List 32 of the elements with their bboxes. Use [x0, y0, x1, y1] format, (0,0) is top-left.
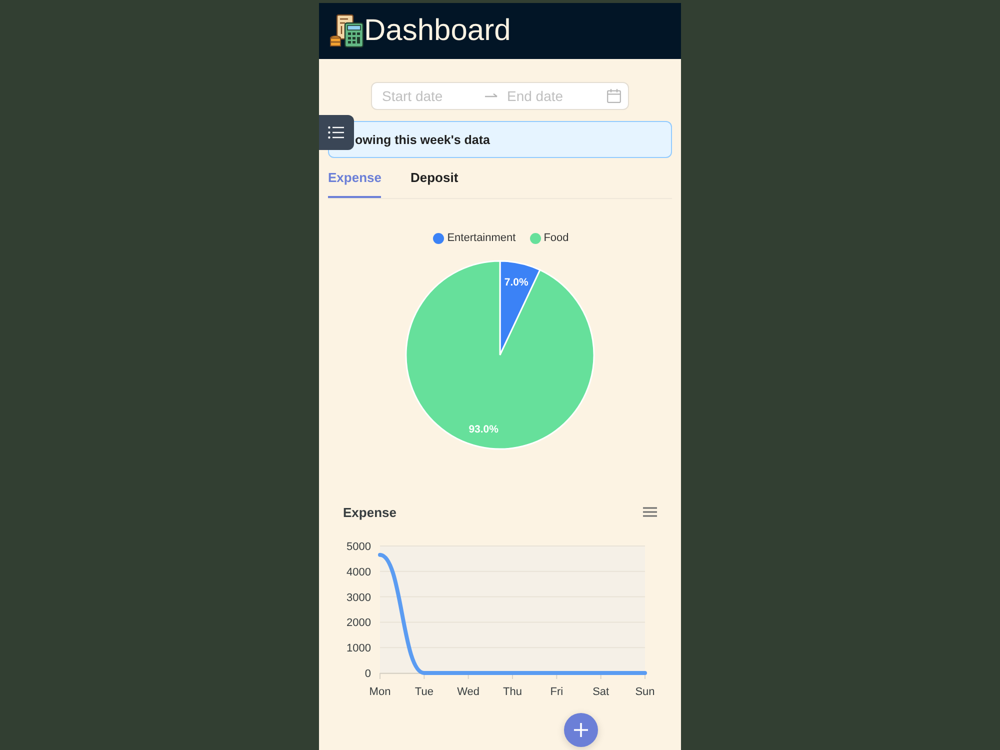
y-axis-label: 2000	[346, 617, 371, 630]
calendar-icon	[607, 89, 621, 103]
legend-label[interactable]: Food	[544, 231, 569, 245]
x-axis-label: Sat	[592, 686, 610, 698]
plus-icon	[574, 723, 588, 737]
add-button[interactable]	[564, 713, 598, 747]
x-axis-label: Sun	[635, 686, 655, 698]
y-axis-label: 1000	[346, 642, 371, 655]
chart-title: Expense	[343, 504, 396, 520]
y-axis-label: 0	[364, 668, 371, 680]
y-axis-label: 3000	[346, 592, 371, 604]
slice-value-label: 7.0%	[504, 276, 528, 289]
menu-icon[interactable]	[643, 507, 657, 517]
tab[interactable]: Deposit	[410, 159, 458, 198]
x-axis-label: Thu	[503, 686, 522, 698]
date-range-field[interactable]: Start date End date	[371, 82, 629, 110]
x-axis-label: Mon	[369, 686, 391, 698]
legend-label[interactable]: Entertainment	[447, 231, 516, 245]
sidebar-toggle-button[interactable]	[319, 115, 354, 150]
arrow-icon	[485, 93, 498, 99]
x-axis-label: Wed	[457, 686, 480, 698]
y-axis-label: 4000	[346, 566, 371, 578]
y-axis-label: 5000	[346, 541, 371, 553]
end-date-input[interactable]: End date	[507, 88, 605, 104]
list-icon	[328, 126, 344, 139]
start-date-input[interactable]: Start date	[382, 88, 480, 104]
receipt-calculator-icon	[330, 14, 364, 48]
page-title: Dashboard	[364, 13, 511, 49]
x-axis-label: Tue	[414, 686, 434, 698]
slice-value-label: 93.0%	[468, 423, 498, 436]
x-axis-label: Fri	[550, 686, 564, 698]
info-message: owing this week's data	[355, 132, 490, 146]
